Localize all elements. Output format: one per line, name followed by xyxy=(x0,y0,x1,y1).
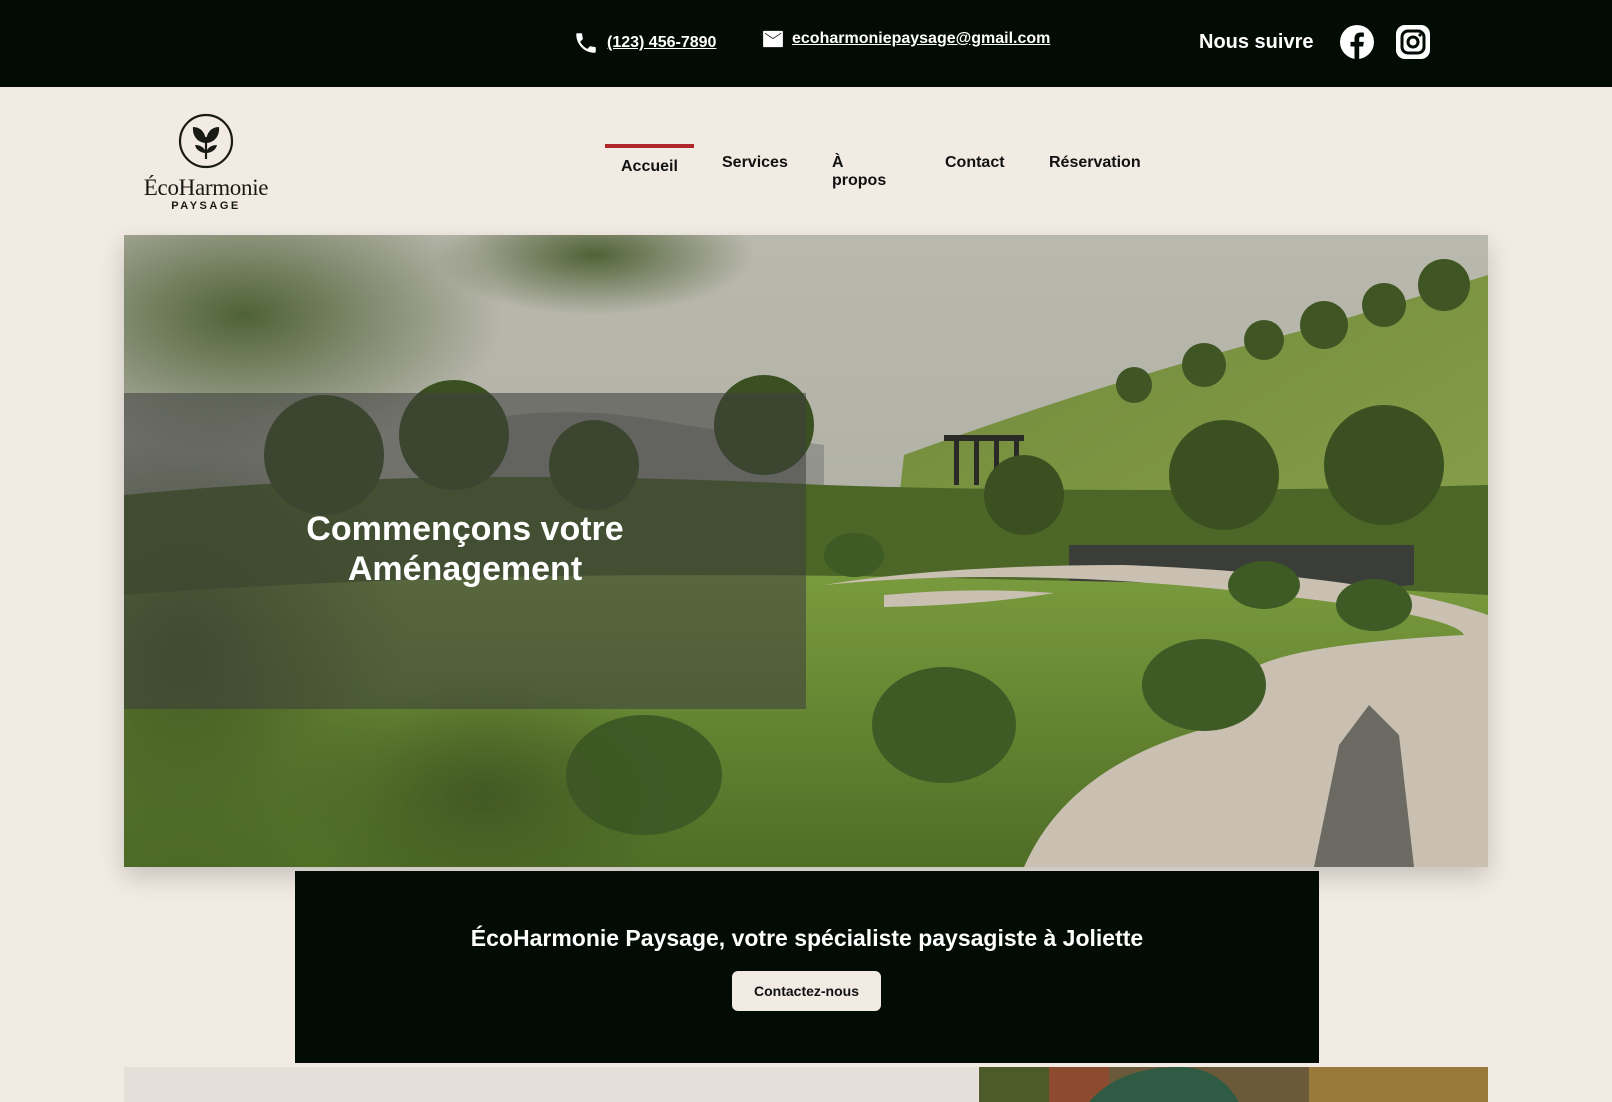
phone-number[interactable]: (123) 456-7890 xyxy=(607,34,716,52)
facebook-icon[interactable] xyxy=(1340,25,1374,59)
hero-title-line2: Aménagement xyxy=(347,550,583,588)
email-address[interactable]: ecoharmoniepaysage@gmail.com xyxy=(792,30,1050,48)
phone-icon xyxy=(573,30,599,56)
cta-banner: ÉcoHarmonie Paysage, votre spécialiste p… xyxy=(295,871,1319,1063)
nav-item-reservation[interactable]: Réservation xyxy=(1049,154,1141,172)
hero-title: Commençons votre Aménagement xyxy=(124,509,806,589)
follow-label: Nous suivre xyxy=(1199,31,1314,53)
leaf-icon xyxy=(177,113,235,173)
logo-subtitle: PAYSAGE xyxy=(171,200,241,212)
mail-icon xyxy=(762,30,784,48)
nav-item-accueil[interactable]: Accueil xyxy=(605,144,694,176)
nav-item-a-propos[interactable]: À propos xyxy=(832,154,886,190)
site-header: ÉcoHarmonie PAYSAGE Accueil Services À p… xyxy=(0,87,1612,235)
nav-item-services[interactable]: Services xyxy=(722,154,788,172)
banner-heading: ÉcoHarmonie Paysage, votre spécialiste p… xyxy=(470,925,1144,951)
logo[interactable]: ÉcoHarmonie PAYSAGE xyxy=(138,113,274,212)
gardener-image xyxy=(979,1067,1488,1102)
email-link[interactable]: ecoharmoniepaysage@gmail.com xyxy=(762,30,1050,48)
instagram-icon[interactable] xyxy=(1396,25,1430,59)
top-contact-bar: (123) 456-7890 ecoharmoniepaysage@gmail.… xyxy=(0,0,1612,87)
phone-link[interactable]: (123) 456-7890 xyxy=(573,30,716,56)
contact-button[interactable]: Contactez-nous xyxy=(732,971,881,1011)
nav-item-contact[interactable]: Contact xyxy=(945,154,1005,172)
hero-title-line1: Commençons votre xyxy=(306,510,624,548)
logo-name: ÉcoHarmonie xyxy=(143,175,269,200)
hero-section: Commençons votre Aménagement xyxy=(124,235,1488,867)
about-panel xyxy=(124,1067,978,1102)
